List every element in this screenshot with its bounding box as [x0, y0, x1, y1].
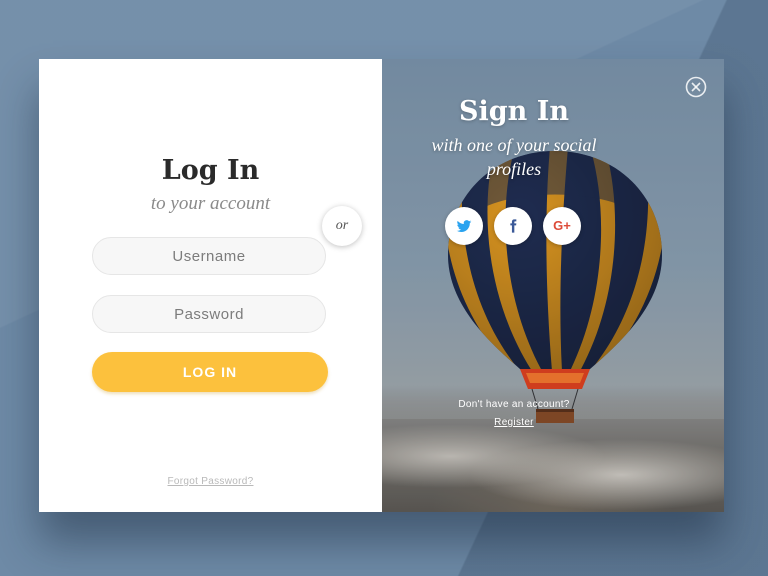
signin-title: Sign In	[459, 96, 569, 127]
twitter-button[interactable]	[445, 207, 483, 245]
login-panel: Log In to your account LOG IN Forgot Pas…	[39, 59, 382, 512]
google-plus-button[interactable]: G+	[543, 207, 581, 245]
google-plus-icon: G+	[553, 218, 571, 233]
twitter-icon	[456, 220, 472, 233]
login-button[interactable]: LOG IN	[92, 352, 328, 392]
password-input[interactable]	[92, 295, 326, 333]
facebook-button[interactable]	[494, 207, 532, 245]
signin-subtitle: with one of your social profiles	[431, 135, 597, 179]
close-icon[interactable]	[685, 76, 707, 98]
register-link[interactable]: Register	[343, 417, 685, 428]
forgot-password-link[interactable]: Forgot Password?	[39, 476, 382, 487]
username-input[interactable]	[92, 237, 326, 275]
facebook-icon	[510, 219, 517, 233]
or-divider-badge: or	[322, 206, 362, 246]
login-title: Log In	[161, 155, 260, 186]
no-account-text: Don't have an account?	[458, 399, 570, 410]
